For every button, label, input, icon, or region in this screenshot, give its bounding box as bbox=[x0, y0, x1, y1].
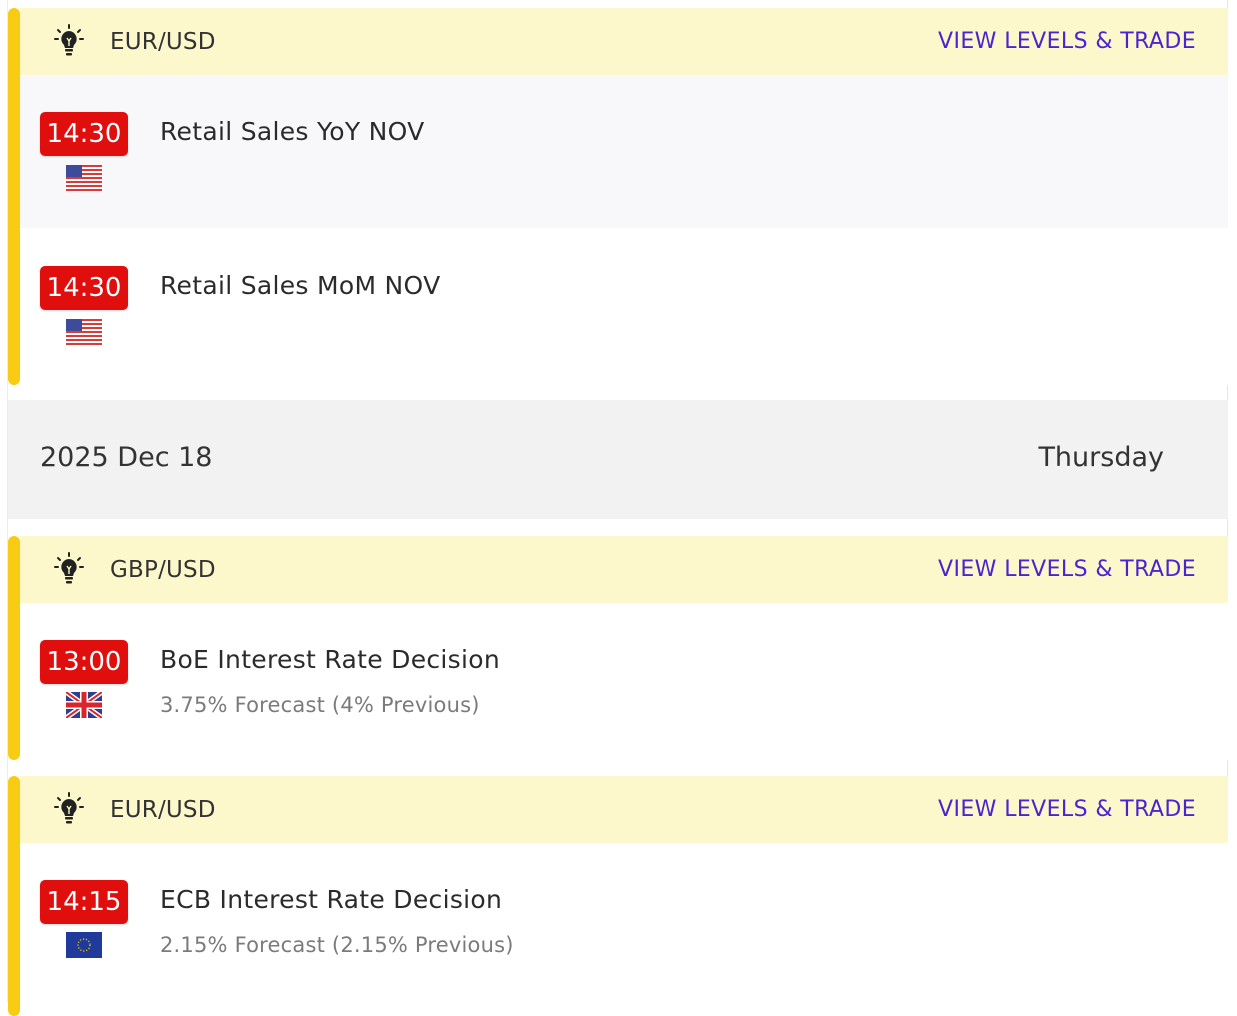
group-accent-bar bbox=[8, 776, 20, 1016]
event-group: GBP/USD VIEW LEVELS & TRADE 13:00 BoE In… bbox=[8, 536, 1228, 760]
event-row[interactable]: 14:30 Retail Sales MoM NOV bbox=[20, 228, 1228, 385]
us-flag-icon bbox=[66, 319, 102, 345]
lightbulb-icon bbox=[54, 552, 84, 584]
event-title: Retail Sales YoY NOV bbox=[160, 117, 425, 146]
view-levels-trade-link[interactable]: VIEW LEVELS & TRADE bbox=[938, 29, 1196, 54]
view-levels-trade-link[interactable]: VIEW LEVELS & TRADE bbox=[938, 797, 1196, 822]
currency-pair: EUR/USD bbox=[110, 28, 216, 55]
group-header: EUR/USD VIEW LEVELS & TRADE bbox=[20, 8, 1228, 75]
uk-flag-icon bbox=[66, 692, 102, 718]
event-title: ECB Interest Rate Decision bbox=[160, 885, 503, 914]
lightbulb-icon bbox=[54, 792, 84, 824]
event-time-badge: 14:30 bbox=[40, 266, 128, 310]
lightbulb-icon bbox=[54, 24, 84, 56]
event-time-badge: 14:30 bbox=[40, 112, 128, 156]
group-header: EUR/USD VIEW LEVELS & TRADE bbox=[20, 776, 1228, 843]
currency-pair: GBP/USD bbox=[110, 556, 216, 583]
event-group: EUR/USD VIEW LEVELS & TRADE 14:15 ECB In… bbox=[8, 776, 1228, 1016]
date-label: 2025 Dec 18 bbox=[40, 442, 213, 473]
event-title: Retail Sales MoM NOV bbox=[160, 271, 441, 300]
us-flag-icon bbox=[66, 165, 102, 191]
group-accent-bar bbox=[8, 536, 20, 760]
group-accent-bar bbox=[8, 8, 20, 385]
event-forecast-previous: 3.75% Forecast (4% Previous) bbox=[160, 693, 480, 717]
event-time-badge: 14:15 bbox=[40, 880, 128, 924]
event-row[interactable]: 14:15 ECB Interest Rate Decision 2.15% F… bbox=[20, 843, 1228, 1002]
event-title: BoE Interest Rate Decision bbox=[160, 645, 500, 674]
currency-pair: EUR/USD bbox=[110, 796, 216, 823]
event-row[interactable]: 13:00 BoE Interest Rate Decision 3.75% F… bbox=[20, 603, 1228, 760]
eu-flag-icon bbox=[66, 932, 102, 958]
event-row[interactable]: 14:30 Retail Sales YoY NOV bbox=[20, 75, 1228, 228]
group-header: GBP/USD VIEW LEVELS & TRADE bbox=[20, 536, 1228, 603]
date-divider-row: 2025 Dec 18 Thursday bbox=[8, 400, 1228, 519]
event-forecast-previous: 2.15% Forecast (2.15% Previous) bbox=[160, 933, 514, 957]
event-time-badge: 13:00 bbox=[40, 640, 128, 684]
weekday-label: Thursday bbox=[1038, 442, 1164, 473]
view-levels-trade-link[interactable]: VIEW LEVELS & TRADE bbox=[938, 557, 1196, 582]
event-group: EUR/USD VIEW LEVELS & TRADE 14:30 Retail… bbox=[8, 8, 1228, 385]
